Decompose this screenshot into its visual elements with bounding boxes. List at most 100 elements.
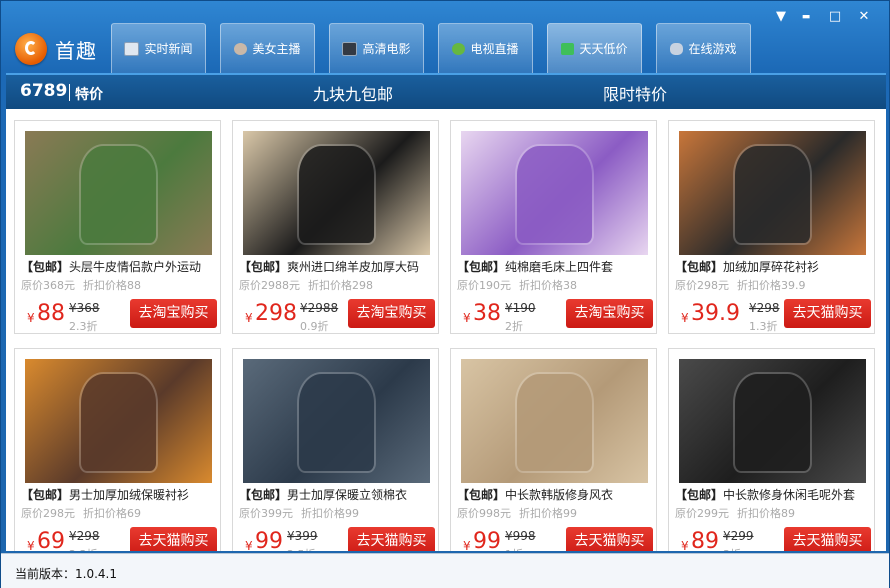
version-text: 当前版本：1.0.4.1 — [15, 567, 117, 581]
currency-symbol: ¥ — [463, 311, 471, 325]
original-price: ¥399 — [287, 529, 318, 543]
original-price: ¥998 — [505, 529, 536, 543]
tab-games[interactable]: 在线游戏 — [656, 23, 751, 73]
sale-price: 298 — [255, 301, 297, 326]
product-image[interactable] — [461, 131, 648, 255]
original-price-line: 原价298元 — [21, 507, 75, 520]
buy-button[interactable]: 去天猫购买 — [348, 527, 435, 551]
original-price: ¥298 — [749, 301, 780, 315]
buy-button[interactable]: 去淘宝购买 — [130, 299, 217, 328]
header-link-limited[interactable]: 限时特价 — [603, 81, 667, 105]
news-icon — [124, 41, 140, 56]
sale-price: 39.9 — [691, 301, 740, 326]
tab-movies[interactable]: 高清电影 — [329, 23, 424, 73]
buy-button[interactable]: 去淘宝购买 — [348, 299, 435, 328]
price-info: 原价190元 折扣价格38 — [457, 277, 577, 293]
product-title[interactable]: 【包邮】加绒加厚碎花衬衫 — [675, 258, 873, 275]
product-card[interactable]: 【包邮】头层牛皮情侣款户外运动 原价368元 折扣价格88 ¥88 ¥368 2.3折 去淘… — [14, 120, 221, 334]
product-title[interactable]: 【包邮】中长款韩版修身风衣 — [457, 486, 655, 503]
discount-price-line: 折扣价格39.9 — [737, 279, 806, 292]
original-price: ¥298 — [69, 529, 100, 543]
product-card[interactable]: 【包邮】中长款修身休闲毛呢外套原价299元折扣价格89 ¥89 ¥299 3折 去天猫购… — [668, 348, 875, 551]
status-bar: 当前版本：1.0.4.1 — [1, 553, 889, 588]
product-image[interactable] — [461, 359, 648, 483]
product-silhouette — [299, 373, 374, 471]
tab-label: 美女主播 — [252, 42, 301, 56]
product-name: 中长款修身休闲毛呢外套 — [723, 488, 856, 502]
product-card[interactable]: 【包邮】男士加厚保暖立领棉衣原价399元折扣价格99 ¥99 ¥399 2.5折 去天猫… — [232, 348, 439, 551]
discount-price-line: 折扣价格99 — [301, 507, 359, 520]
close-button[interactable]: ✕ — [854, 9, 874, 25]
product-card[interactable]: 【包邮】男士加厚加绒保暖衬衫原价298元折扣价格69 ¥69 ¥298 2.3折 去天猫… — [14, 348, 221, 551]
product-card[interactable]: 【包邮】纯棉磨毛床上四件套 原价190元 折扣价格38 ¥38 ¥190 2折 去淘宝购买 — [450, 120, 657, 334]
product-title[interactable]: 【包邮】男士加厚加绒保暖衬衫 — [21, 486, 219, 503]
discount-price-line: 折扣价格38 — [519, 279, 577, 292]
product-card[interactable]: 【包邮】中长款韩版修身风衣原价998元折扣价格99 ¥99 ¥998 1折 去天猫购买 — [450, 348, 657, 551]
currency-symbol: ¥ — [245, 311, 253, 325]
original-price-line: 原价2988元 — [239, 279, 300, 292]
currency-symbol: ¥ — [27, 311, 35, 325]
discount-rate: 1折 — [505, 546, 523, 551]
maximize-button[interactable]: □ — [825, 9, 845, 25]
buy-button[interactable]: 去天猫购买 — [130, 527, 217, 551]
free-shipping-tag: 【包邮】 — [457, 488, 506, 502]
buy-button[interactable]: 去天猫购买 — [784, 299, 871, 328]
original-price-line: 原价368元 — [21, 279, 75, 292]
product-image[interactable] — [243, 359, 430, 483]
tab-tv[interactable]: 电视直播 — [438, 23, 533, 73]
product-name: 中长款韩版修身风衣 — [505, 488, 614, 502]
buy-button[interactable]: 去天猫购买 — [784, 527, 871, 551]
discount-price-line: 折扣价格69 — [83, 507, 141, 520]
menu-dropdown-button[interactable]: ▼ — [771, 9, 791, 25]
free-shipping-tag: 【包邮】 — [21, 488, 70, 502]
product-image[interactable] — [25, 131, 212, 255]
price-info: 原价299元 折扣价格89 — [675, 505, 795, 521]
price-info: 原价399元 折扣价格99 — [239, 505, 359, 521]
tab-anchor[interactable]: 美女主播 — [220, 23, 315, 73]
product-card[interactable]: 【包邮】加绒加厚碎花衬衫 原价298元 折扣价格39.9 ¥39.9 ¥298 1.3折去… — [668, 120, 875, 334]
product-silhouette — [299, 145, 374, 243]
app-logo-icon — [15, 33, 47, 65]
product-image[interactable] — [679, 359, 866, 483]
product-title[interactable]: 【包邮】中长款修身休闲毛呢外套 — [675, 486, 873, 503]
buy-button[interactable]: 去天猫购买 — [566, 527, 653, 551]
sale-price: 99 — [473, 529, 501, 551]
app-window: 首趣 实时新闻 美女主播 高清电影 电视直播 天天低价 在线游戏 ▼ ▬ □ ✕ — [0, 0, 890, 588]
product-image[interactable] — [25, 359, 212, 483]
product-image[interactable] — [243, 131, 430, 255]
free-shipping-tag: 【包邮】 — [675, 260, 724, 274]
free-shipping-tag: 【包邮】 — [457, 260, 506, 274]
minimize-button[interactable]: ▬ — [796, 9, 816, 25]
app-title: 首趣 — [55, 39, 97, 63]
original-price: ¥299 — [723, 529, 754, 543]
tab-lowprice[interactable]: 天天低价 — [547, 23, 642, 73]
currency-symbol: ¥ — [681, 539, 689, 551]
product-image[interactable] — [679, 131, 866, 255]
buy-button[interactable]: 去淘宝购买 — [566, 299, 653, 328]
discount-rate: 0.9折 — [300, 320, 329, 333]
product-title[interactable]: 【包邮】头层牛皮情侣款户外运动 — [21, 258, 219, 275]
discount-rate: 2.5折 — [287, 546, 316, 551]
product-title[interactable]: 【包邮】男士加厚保暖立领棉衣 — [239, 486, 437, 503]
discount-price-line: 折扣价格99 — [519, 507, 577, 520]
original-price-line: 原价190元 — [457, 279, 511, 292]
header-link-9-9[interactable]: 九块九包邮 — [313, 81, 393, 105]
discount-price-line: 折扣价格88 — [83, 279, 141, 292]
gamepad-icon — [670, 42, 684, 55]
original-price-line: 原价298元 — [675, 279, 729, 292]
product-title[interactable]: 【包邮】爽州进口绵羊皮加厚大码 — [239, 258, 437, 275]
currency-symbol: ¥ — [245, 539, 253, 551]
product-title[interactable]: 【包邮】纯棉磨毛床上四件套 — [457, 258, 655, 275]
brand-text: 特价 — [75, 87, 103, 103]
product-card[interactable]: 【包邮】爽州进口绵羊皮加厚大码 原价2988元 折扣价格298 ¥298 ¥2988 0.… — [232, 120, 439, 334]
tab-news[interactable]: 实时新闻 — [111, 23, 206, 73]
discount-rate: 2折 — [505, 320, 523, 333]
main-content: 6789 特价 九块九包邮 限时特价 【包邮】头层牛皮情侣款户外运动 原价368元… — [6, 73, 886, 551]
free-shipping-tag: 【包邮】 — [239, 260, 288, 274]
product-silhouette — [517, 145, 592, 243]
product-name: 头层牛皮情侣款户外运动 — [69, 260, 202, 274]
tab-label: 天天低价 — [579, 42, 628, 56]
sale-price: 89 — [691, 529, 719, 551]
discount-rate: 2.3折 — [69, 320, 98, 333]
film-icon — [342, 41, 358, 56]
